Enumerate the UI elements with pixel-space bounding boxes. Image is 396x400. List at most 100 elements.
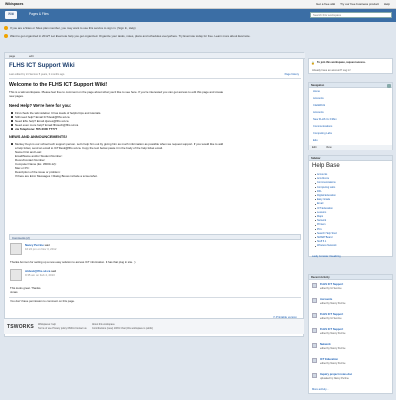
help-base-box: Sidebar Help Base Accounts AccuScore Commu… (308, 155, 393, 258)
page-icon (312, 343, 317, 348)
avatar[interactable] (10, 269, 22, 281)
help-base-item[interactable]: Search Help Stud (317, 232, 337, 235)
collapse-icon[interactable] (387, 83, 391, 88)
help-base-header: Sidebar (309, 156, 392, 161)
footer-links[interactable]: Terms of use Privacy policy DMCA Contact… (38, 327, 87, 330)
activity-title[interactable]: Accounts (320, 298, 332, 301)
divider (9, 297, 301, 298)
help-base-item[interactable]: Network (317, 219, 326, 222)
help-base-item[interactable]: Maps (317, 215, 323, 218)
nav-item[interactable]: Edu (313, 139, 318, 142)
help-base-item[interactable]: Easy Grade (317, 198, 330, 201)
tab-view-nav[interactable]: View (326, 146, 332, 149)
bullet (11, 112, 13, 114)
help-base-item[interactable]: Communications (317, 181, 336, 184)
more-activity-link[interactable]: More activity... (312, 388, 329, 391)
bullet (315, 195, 316, 197)
page-subtabs: page edit (5, 53, 305, 59)
help-base-item[interactable]: PCs (317, 228, 322, 231)
bullet (315, 228, 316, 230)
nav-item-home[interactable]: Home (313, 90, 320, 93)
need-help-heading: Need Help? We're here for you: (9, 103, 72, 108)
promo-banner: Want to get organized in 2012? Let Evern… (4, 34, 392, 38)
help-base-item[interactable]: DFL (317, 190, 322, 193)
comments-header[interactable]: Comments (2) (9, 234, 301, 240)
page-title: FLHS ICT Support Wiki (9, 63, 75, 69)
form-field: If there are Error Messages / Dialog Box… (15, 174, 98, 178)
comment-signature: Jonas (10, 290, 18, 294)
search-input[interactable] (310, 12, 392, 18)
activity-by: edited by Ict Service (320, 317, 342, 320)
nav-item[interactable]: ClarkWork (313, 104, 325, 107)
help-link[interactable]: Help (384, 2, 390, 6)
activity-title[interactable]: ICT Education (320, 358, 338, 361)
bullet (315, 178, 316, 180)
activity-by: uploaded by Nancy Perrine (320, 377, 349, 380)
tab-edit-nav[interactable]: Edit (312, 146, 316, 149)
help-base-item[interactable]: Computing Labs (317, 186, 335, 189)
bullet (315, 207, 316, 209)
join-title[interactable]: To join this workspace, request access. (317, 61, 366, 64)
tab-page[interactable]: page (9, 54, 15, 58)
workspace-tab-bar: Wiki Pages & Files (0, 9, 396, 22)
help-base-item[interactable]: Digital Education (317, 194, 336, 197)
help-base-item[interactable]: Stuff 5.1 (317, 240, 326, 243)
intro-text-2: new pages. (9, 94, 24, 98)
nav-item[interactable]: New FLHS Cx FMsn (313, 118, 337, 121)
footer-help[interactable]: Wikispaces: help (38, 323, 56, 326)
footer-logo[interactable]: TSWORKS (7, 324, 34, 330)
nav-item[interactable]: Communications (313, 125, 332, 128)
activity-title[interactable]: FLHS ICT Support (320, 283, 343, 286)
free-wiki-link[interactable]: Get a free wiki (316, 2, 335, 6)
help-base-item[interactable]: Email (317, 202, 323, 205)
activity-title[interactable]: Inquiry project notes.doc (320, 373, 352, 376)
login-link[interactable]: Already have an account? Log in! (312, 69, 351, 72)
help-base-item[interactable]: Wireless Network (317, 244, 336, 247)
page-icon (312, 283, 317, 288)
join-box: 🔒 To join this workspace, request access… (308, 58, 393, 74)
help-base-item[interactable]: Accounts (317, 173, 327, 176)
help-base-item[interactable]: Lessons (317, 211, 326, 214)
business-link[interactable]: Try our free business product (340, 2, 379, 6)
info-icon (4, 26, 8, 30)
nav-tabs: Edit View (309, 145, 392, 150)
bullet (315, 237, 316, 239)
comment-date: 9:35 am on Feb 4, 2013 (25, 273, 55, 277)
help-base-title: Help Base (312, 163, 340, 169)
activity-title[interactable]: Network (320, 343, 331, 346)
footer: TSWORKS Wikispaces: help Terms of use Pr… (4, 318, 304, 334)
top-bar: Wikispaces Get a free wiki Try our free … (0, 0, 396, 9)
page-meta: Last edited by Ict Service 5 years, 3 mo… (9, 73, 65, 76)
bullet (315, 241, 316, 243)
help-base-link[interactable]: Lastly Consider Visualizing (312, 255, 341, 258)
brand-logo[interactable]: Wikispaces (5, 2, 23, 6)
lock-icon: 🔒 (311, 61, 315, 65)
navigation-box: Navigation Home Accounts ClarkWork Accou… (308, 82, 393, 150)
comment-date: 16:22 pm on Nov 3, 2012 (25, 247, 57, 251)
nav-item[interactable]: Accounts (313, 111, 324, 114)
bullet (315, 224, 316, 226)
comment-permission-note: You don't have permission to comment on … (10, 299, 75, 303)
page-icon (312, 313, 317, 318)
nav-item[interactable]: Computing Labs (313, 132, 332, 135)
tab-wiki[interactable]: Wiki (5, 11, 18, 19)
help-base-item[interactable]: ICT Education (317, 207, 333, 210)
bullet (315, 245, 316, 247)
activity-by: edited by Nancy Perrine (320, 302, 346, 305)
bullet (11, 124, 13, 126)
footer-contrib[interactable]: Contributions (view) 100% Chat (this wor… (92, 327, 153, 330)
activity-title[interactable]: FLHS ICT Support (320, 313, 343, 316)
avatar[interactable] (10, 243, 22, 255)
page-icon (312, 358, 317, 363)
help-base-item[interactable]: AccuScore (317, 177, 329, 180)
page-icon (312, 328, 317, 333)
footer-about[interactable]: About this workspace (92, 323, 115, 326)
activity-title[interactable]: FLHS ICT Support (320, 328, 343, 331)
help-base-item[interactable]: Printers (317, 223, 326, 226)
bullet (315, 203, 316, 205)
help-base-item[interactable]: SMARTBoard (317, 236, 332, 239)
tab-pages-files[interactable]: Pages & Files (26, 11, 52, 19)
tab-edit[interactable]: edit (29, 54, 34, 58)
nav-item[interactable]: Accounts (313, 97, 324, 100)
page-history-link[interactable]: Page history (285, 73, 299, 76)
